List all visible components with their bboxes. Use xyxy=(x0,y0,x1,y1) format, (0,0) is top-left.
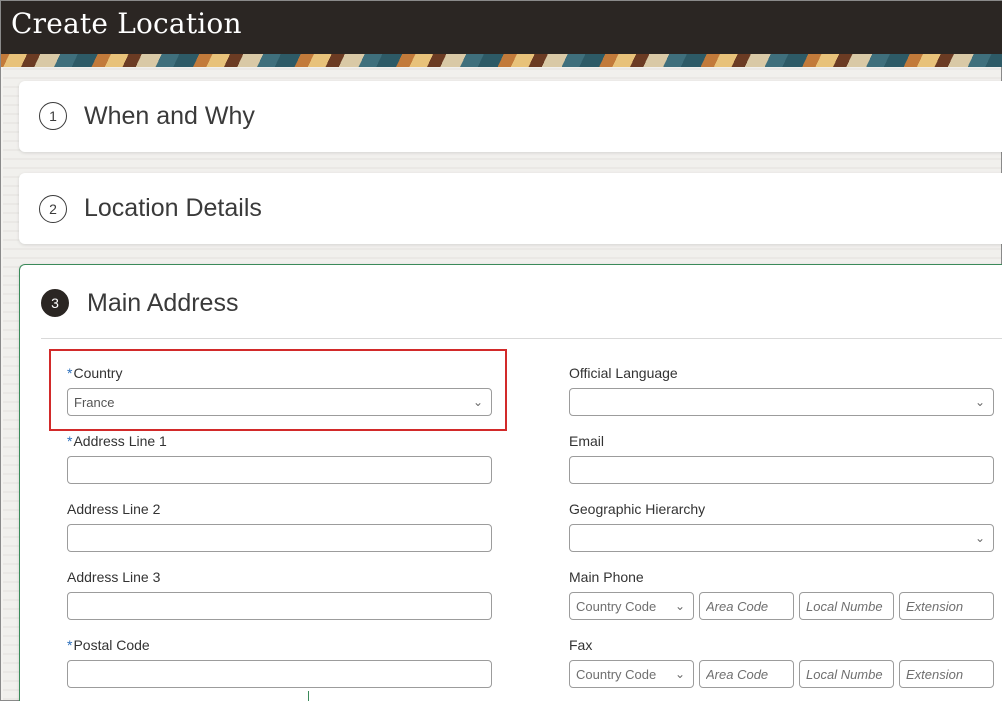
extension-placeholder: Extension xyxy=(906,599,964,614)
area-code-placeholder: Area Code xyxy=(706,599,769,614)
section-bottom-edge xyxy=(19,691,309,701)
section-title-when-and-why: When and Why xyxy=(84,102,255,130)
email-label: Email xyxy=(569,433,605,449)
country-code-placeholder: Country Code xyxy=(576,667,657,682)
main-phone-area-code-input[interactable]: Area Code xyxy=(699,592,794,620)
required-marker: * xyxy=(67,433,73,449)
section-divider xyxy=(41,338,1002,339)
fax-extension-input[interactable]: Extension xyxy=(899,660,994,688)
address-line-1-input[interactable] xyxy=(67,456,492,484)
step-number-2: 2 xyxy=(39,195,67,223)
chevron-down-icon: ⌄ xyxy=(674,599,685,613)
area-code-placeholder: Area Code xyxy=(706,667,769,682)
official-language-select[interactable]: ⌄ xyxy=(569,388,994,416)
address-line-1-label: *Address Line 1 xyxy=(67,433,167,449)
local-number-placeholder: Local Numbe xyxy=(806,667,883,682)
fax-country-code-select[interactable]: Country Code ⌄ xyxy=(569,660,694,688)
section-title-location-details: Location Details xyxy=(84,194,262,222)
chevron-down-icon: ⌄ xyxy=(674,667,685,681)
chevron-down-icon: ⌄ xyxy=(974,395,985,409)
required-marker: * xyxy=(67,637,73,653)
geographic-hierarchy-label: Geographic Hierarchy xyxy=(569,501,706,517)
step-number-1: 1 xyxy=(39,102,67,130)
page-title: Create Location xyxy=(11,7,242,40)
page-header: Create Location xyxy=(1,1,1002,67)
main-phone-local-number-input[interactable]: Local Numbe xyxy=(799,592,894,620)
main-phone-extension-input[interactable]: Extension xyxy=(899,592,994,620)
main-phone-label: Main Phone xyxy=(569,569,644,585)
address-line-3-label: Address Line 3 xyxy=(67,569,161,585)
main-phone-country-code-select[interactable]: Country Code ⌄ xyxy=(569,592,694,620)
address-line-2-label: Address Line 2 xyxy=(67,501,161,517)
country-code-placeholder: Country Code xyxy=(576,599,657,614)
postal-code-label: *Postal Code xyxy=(67,637,150,653)
section-when-and-why[interactable]: 1 When and Why xyxy=(19,81,1002,152)
local-number-placeholder: Local Numbe xyxy=(806,599,883,614)
fax-local-number-input[interactable]: Local Numbe xyxy=(799,660,894,688)
section-location-details[interactable]: 2 Location Details xyxy=(19,173,1002,244)
postal-code-input[interactable] xyxy=(67,660,492,688)
address-line-3-input[interactable] xyxy=(67,592,492,620)
chevron-down-icon: ⌄ xyxy=(974,531,985,545)
official-language-label: Official Language xyxy=(569,365,678,381)
section-title-main-address: Main Address xyxy=(87,289,239,317)
highlight-annotation xyxy=(49,349,507,431)
fax-label: Fax xyxy=(569,637,593,653)
fax-area-code-input[interactable]: Area Code xyxy=(699,660,794,688)
geographic-hierarchy-select[interactable]: ⌄ xyxy=(569,524,994,552)
address-line-2-input[interactable] xyxy=(67,524,492,552)
extension-placeholder: Extension xyxy=(906,667,964,682)
email-input[interactable] xyxy=(569,456,994,484)
step-number-3: 3 xyxy=(41,289,69,317)
